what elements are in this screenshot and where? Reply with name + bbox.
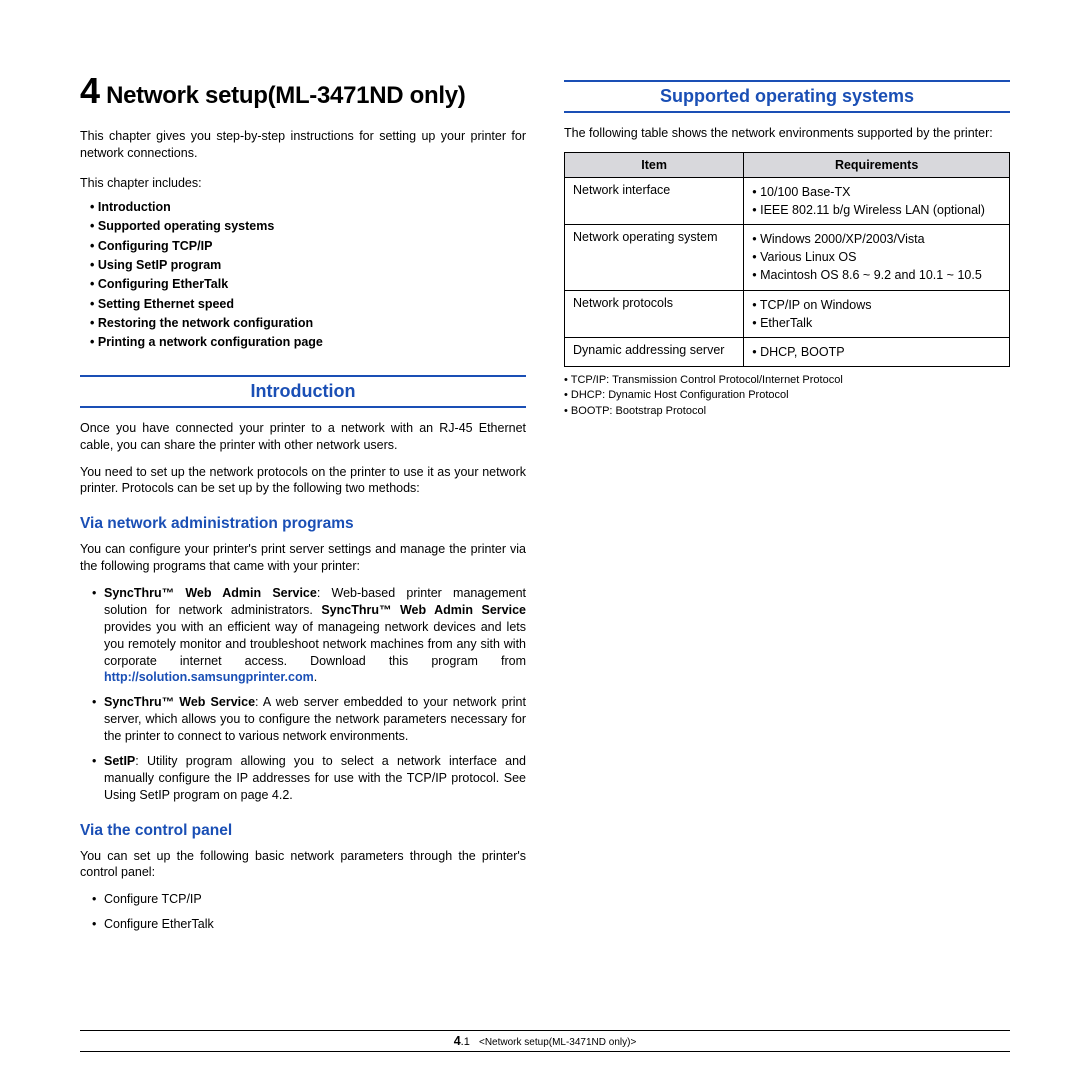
chapter-title: 4 Network setup(ML-3471ND only) bbox=[80, 70, 526, 112]
table-row: Network operating system Windows 2000/XP… bbox=[565, 225, 1010, 290]
footer-title: <Network setup(ML-3471ND only)> bbox=[479, 1037, 636, 1048]
toc-item[interactable]: Introduction bbox=[90, 198, 526, 217]
chapter-includes-label: This chapter includes: bbox=[80, 176, 526, 190]
list-item: Configure TCP/IP bbox=[92, 891, 526, 908]
subheading-control-panel: Via the control panel bbox=[80, 822, 526, 840]
table-cell-item: Dynamic addressing server bbox=[565, 337, 744, 366]
page-footer: 4.1 <Network setup(ML-3471ND only)> bbox=[80, 1030, 1010, 1052]
footnote: BOOTP: Bootstrap Protocol bbox=[564, 404, 1010, 419]
admin-program-list: SyncThru™ Web Admin Service: Web-based p… bbox=[80, 585, 526, 804]
table-row: Network interface 10/100 Base-TX IEEE 80… bbox=[565, 177, 1010, 224]
download-link[interactable]: http://solution.samsungprinter.com bbox=[104, 670, 314, 684]
admin-lead: You can configure your printer's print s… bbox=[80, 541, 526, 575]
toc-item[interactable]: Using SetIP program bbox=[90, 256, 526, 275]
table-cell-item: Network interface bbox=[565, 177, 744, 224]
toc-item[interactable]: Restoring the network configuration bbox=[90, 314, 526, 333]
table-cell-requirements: DHCP, BOOTP bbox=[744, 337, 1010, 366]
table-header-item: Item bbox=[565, 152, 744, 177]
section-heading-introduction: Introduction bbox=[80, 375, 526, 408]
toc-item[interactable]: Supported operating systems bbox=[90, 217, 526, 236]
list-item: Configure EtherTalk bbox=[92, 916, 526, 933]
left-column: 4 Network setup(ML-3471ND only) This cha… bbox=[80, 70, 526, 941]
table-header-requirements: Requirements bbox=[744, 152, 1010, 177]
chapter-toc: Introduction Supported operating systems… bbox=[80, 198, 526, 353]
ctrl-lead: You can set up the following basic netwo… bbox=[80, 848, 526, 882]
toc-item[interactable]: Printing a network configuration page bbox=[90, 333, 526, 352]
chapter-intro: This chapter gives you step-by-step inst… bbox=[80, 128, 526, 162]
table-row: Network protocols TCP/IP on Windows Ethe… bbox=[565, 290, 1010, 337]
ctrl-list: Configure TCP/IP Configure EtherTalk bbox=[80, 891, 526, 933]
program-name: SetIP bbox=[104, 754, 135, 768]
table-cell-requirements: 10/100 Base-TX IEEE 802.11 b/g Wireless … bbox=[744, 177, 1010, 224]
footnote: DHCP: Dynamic Host Configuration Protoco… bbox=[564, 388, 1010, 403]
requirements-table: Item Requirements Network interface 10/1… bbox=[564, 152, 1010, 367]
intro-p1: Once you have connected your printer to … bbox=[80, 420, 526, 454]
intro-p2: You need to set up the network protocols… bbox=[80, 464, 526, 498]
table-cell-item: Network operating system bbox=[565, 225, 744, 290]
subheading-admin-programs: Via network administration programs bbox=[80, 515, 526, 533]
toc-item[interactable]: Configuring TCP/IP bbox=[90, 237, 526, 256]
program-name: SyncThru™ Web Service bbox=[104, 695, 255, 709]
footnote: TCP/IP: Transmission Control Protocol/In… bbox=[564, 373, 1010, 388]
os-lead: The following table shows the network en… bbox=[564, 125, 1010, 142]
table-row: Dynamic addressing server DHCP, BOOTP bbox=[565, 337, 1010, 366]
table-cell-item: Network protocols bbox=[565, 290, 744, 337]
list-item: SetIP: Utility program allowing you to s… bbox=[92, 753, 526, 804]
toc-item[interactable]: Configuring EtherTalk bbox=[90, 275, 526, 294]
table-cell-requirements: Windows 2000/XP/2003/Vista Various Linux… bbox=[744, 225, 1010, 290]
list-item: SyncThru™ Web Admin Service: Web-based p… bbox=[92, 585, 526, 686]
chapter-number: 4 bbox=[80, 70, 100, 111]
chapter-name: Network setup(ML-3471ND only) bbox=[100, 82, 466, 109]
toc-item[interactable]: Setting Ethernet speed bbox=[90, 295, 526, 314]
list-item: SyncThru™ Web Service: A web server embe… bbox=[92, 694, 526, 745]
section-heading-supported-os: Supported operating systems bbox=[564, 80, 1010, 113]
table-footnotes: TCP/IP: Transmission Control Protocol/In… bbox=[564, 373, 1010, 419]
table-cell-requirements: TCP/IP on Windows EtherTalk bbox=[744, 290, 1010, 337]
right-column: Supported operating systems The followin… bbox=[564, 70, 1010, 941]
program-name: SyncThru™ Web Admin Service bbox=[104, 586, 317, 600]
